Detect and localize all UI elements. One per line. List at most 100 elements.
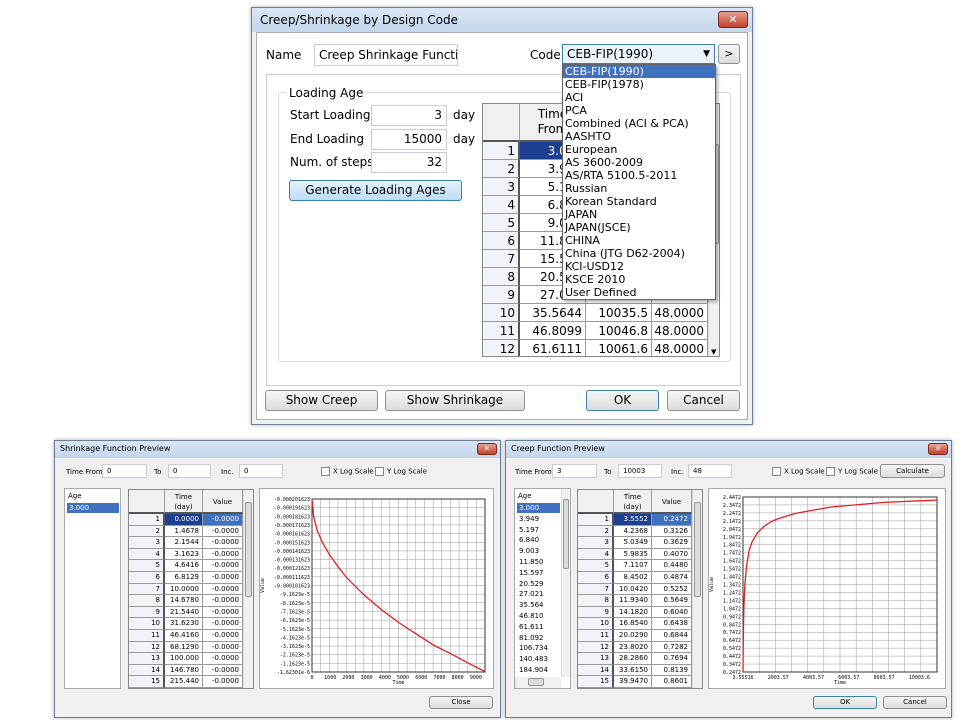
table-cell[interactable]: 316.230 [165, 688, 203, 689]
table-cell[interactable]: 31.6230 [165, 618, 203, 630]
x-log-scale-checkbox[interactable]: X Log Scale [321, 467, 374, 476]
table-cell[interactable]: 10046.8 [586, 322, 652, 340]
table-cell[interactable]: 0.6040 [652, 606, 692, 619]
age-item[interactable]: 20.529 [517, 579, 560, 589]
age-item[interactable]: 106.734 [517, 643, 560, 653]
table-cell[interactable]: 14.6780 [165, 595, 203, 607]
table-cell[interactable]: 10.0000 [165, 583, 203, 596]
table-cell[interactable]: -0.0000 [203, 525, 243, 538]
table-cell[interactable]: 0.2472 [652, 514, 692, 526]
code-option[interactable]: CEB-FIP(1978) [563, 78, 715, 91]
show-creep-button[interactable]: Show Creep [265, 390, 378, 411]
column-header-time[interactable]: Time (day) [614, 490, 652, 514]
code-option[interactable]: PCA [563, 104, 715, 117]
age-list[interactable]: Age 3.000 3.949 5.197 6.840 9.003 11.850 15.597… [514, 488, 571, 689]
table-cell[interactable]: 4.2368 [614, 525, 652, 538]
to-input[interactable]: 0 [168, 464, 211, 478]
start-loading-input[interactable]: 3 [371, 105, 447, 126]
y-log-scale-checkbox[interactable]: Y Log Scale [375, 467, 427, 476]
table-cell[interactable]: 48.0000 [652, 304, 708, 322]
table-cell[interactable]: 10061.6 [586, 340, 652, 356]
close-icon[interactable]: ✕ [928, 443, 948, 455]
more-button[interactable]: > [718, 44, 740, 64]
table-cell[interactable]: -0.0000 [203, 618, 243, 630]
table-cell[interactable]: 20.0290 [614, 630, 652, 642]
column-header-time[interactable]: Time (day) [165, 490, 203, 514]
cancel-button[interactable]: Cancel [883, 696, 947, 709]
table-cell[interactable]: 0.8601 [652, 676, 692, 688]
to-input[interactable]: 10003 [618, 464, 662, 478]
table-cell[interactable]: 5.0349 [614, 537, 652, 549]
age-item[interactable]: 35.564 [517, 600, 560, 610]
age-item[interactable]: 184.904 [517, 665, 560, 675]
code-option[interactable]: Combined (ACI & PCA) [563, 117, 715, 130]
code-option[interactable]: AS 3600-2009 [563, 156, 715, 169]
table-cell[interactable]: 7.1107 [614, 560, 652, 572]
table-cell[interactable]: 215.440 [165, 676, 203, 688]
table-cell[interactable]: -0.0000 [203, 688, 243, 689]
table-cell[interactable]: 28.2860 [614, 653, 652, 665]
age-item[interactable]: 15.597 [517, 568, 560, 578]
table-cell[interactable]: -0.0000 [203, 595, 243, 607]
table-cell[interactable]: 16.8540 [614, 618, 652, 630]
ok-button[interactable]: OK [586, 390, 659, 411]
calculate-button[interactable]: Calculate [880, 464, 945, 478]
time-from-input[interactable]: 0 [102, 464, 147, 478]
scrollbar-thumb[interactable] [694, 502, 701, 597]
code-option[interactable]: AS/RTA 5100.5-2011 [563, 169, 715, 182]
table-cell[interactable]: -0.0000 [203, 630, 243, 642]
table-cell[interactable]: 146.780 [165, 664, 203, 677]
table-cell[interactable]: 23.8020 [614, 641, 652, 654]
table-cell[interactable]: -0.0000 [203, 664, 243, 677]
table-cell[interactable]: 0.8139 [652, 664, 692, 677]
age-item[interactable]: 3.000 [67, 503, 119, 513]
table-cell[interactable]: 0.0000 [165, 514, 203, 526]
table-cell[interactable]: 0.5252 [652, 583, 692, 596]
table-cell[interactable]: 100.000 [165, 653, 203, 665]
x-log-scale-checkbox[interactable]: X Log Scale [772, 467, 825, 476]
table-cell[interactable]: 33.6150 [614, 664, 652, 677]
age-list[interactable]: Age 3.000 [64, 488, 121, 689]
table-cell[interactable]: -0.0000 [203, 514, 243, 526]
table-cell[interactable]: 46.4160 [165, 630, 203, 642]
code-dropdown-list[interactable]: CEB-FIP(1990) CEB-FIP(1978) ACI PCA Combined… [562, 64, 716, 300]
code-option[interactable]: Korean Standard [563, 195, 715, 208]
table-cell[interactable]: 3.1623 [165, 548, 203, 561]
inc-input[interactable]: 0 [239, 464, 283, 478]
table-cell[interactable]: 0.5649 [652, 595, 692, 607]
table-cell[interactable]: 2.1544 [165, 537, 203, 549]
table-cell[interactable]: 0.4480 [652, 560, 692, 572]
table-cell[interactable]: 0.4874 [652, 572, 692, 584]
table-cell[interactable]: 14.1820 [614, 606, 652, 619]
table-cell[interactable]: 47.4730 [614, 688, 652, 689]
generate-loading-ages-button[interactable]: Generate Loading Ages [289, 180, 462, 201]
table-cell[interactable]: 21.5440 [165, 606, 203, 619]
show-shrinkage-button[interactable]: Show Shrinkage [385, 390, 525, 411]
table-cell[interactable]: -0.0000 [203, 583, 243, 596]
table-cell[interactable]: 46.8099 [520, 322, 586, 340]
code-option[interactable]: KSCE 2010 [563, 273, 715, 286]
column-header-value[interactable]: Value [203, 490, 243, 514]
table-cell[interactable]: 0.3126 [652, 525, 692, 538]
table-cell[interactable]: -0.0000 [203, 606, 243, 619]
table-cell[interactable]: 5.9835 [614, 548, 652, 561]
table-cell[interactable]: -0.0000 [203, 560, 243, 572]
close-icon[interactable]: ✕ [718, 11, 748, 28]
table-cell[interactable]: 61.6111 [520, 340, 586, 356]
vertical-scrollbar[interactable] [561, 489, 570, 677]
code-option[interactable]: Russian [563, 182, 715, 195]
table-cell[interactable]: 0.6844 [652, 630, 692, 642]
scrollbar-thumb[interactable] [528, 678, 544, 686]
table-cell[interactable]: -0.0000 [203, 653, 243, 665]
age-item[interactable]: 9.003 [517, 546, 560, 556]
scrollbar-thumb[interactable] [245, 502, 252, 597]
horizontal-scrollbar[interactable] [515, 677, 561, 688]
code-option[interactable]: User Defined [563, 286, 715, 299]
time-from-input[interactable]: 3 [552, 464, 597, 478]
table-cell[interactable]: 0.7694 [652, 653, 692, 665]
y-log-scale-checkbox[interactable]: Y Log Scale [826, 467, 878, 476]
code-option[interactable]: KCI-USD12 [563, 260, 715, 273]
table-cell[interactable]: 35.5644 [520, 304, 586, 322]
table-cell[interactable]: -0.0000 [203, 548, 243, 561]
table-cell[interactable]: 6.8129 [165, 572, 203, 584]
